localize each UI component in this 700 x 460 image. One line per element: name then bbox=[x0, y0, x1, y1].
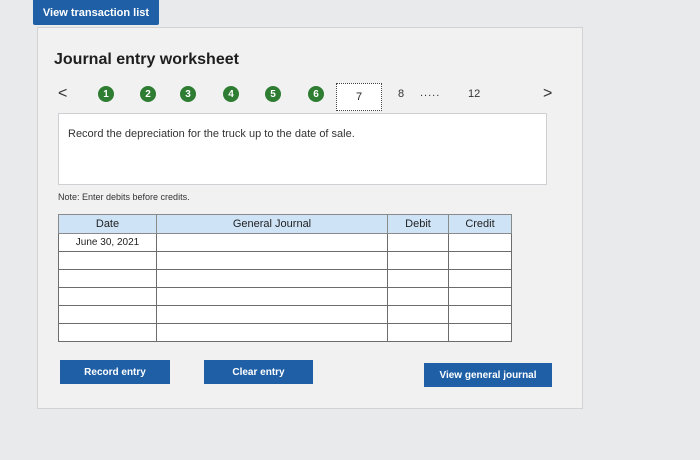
debit-header: Debit bbox=[387, 214, 449, 234]
account-input[interactable] bbox=[156, 269, 388, 288]
view-general-journal-button[interactable]: View general journal bbox=[424, 363, 552, 387]
table-row bbox=[58, 269, 512, 288]
credit-input[interactable] bbox=[448, 323, 512, 342]
clear-entry-button[interactable]: Clear entry bbox=[204, 360, 313, 384]
credit-input[interactable] bbox=[448, 251, 512, 270]
instruction-text: Record the depreciation for the truck up… bbox=[68, 128, 355, 140]
credit-input[interactable] bbox=[448, 287, 512, 306]
step-8-button[interactable]: 8 bbox=[398, 88, 404, 100]
debit-input[interactable] bbox=[387, 305, 449, 324]
record-entry-button[interactable]: Record entry bbox=[60, 360, 170, 384]
credit-input[interactable] bbox=[448, 233, 512, 252]
table-row: June 30, 2021 bbox=[58, 233, 512, 252]
account-input[interactable] bbox=[156, 233, 388, 252]
journal-table: Date General Journal Debit Credit June 3… bbox=[58, 214, 512, 342]
step-5-button[interactable]: 5 bbox=[265, 86, 281, 102]
account-input[interactable] bbox=[156, 305, 388, 324]
step-navigator: < 1 2 3 4 5 6 7 8 ..... 12 > bbox=[38, 83, 582, 111]
date-cell bbox=[58, 305, 157, 324]
step-7-current[interactable]: 7 bbox=[336, 83, 382, 111]
table-row bbox=[58, 305, 512, 324]
next-arrow-icon[interactable]: > bbox=[543, 85, 552, 103]
table-row bbox=[58, 323, 512, 342]
step-3-button[interactable]: 3 bbox=[180, 86, 196, 102]
step-1-button[interactable]: 1 bbox=[98, 86, 114, 102]
step-6-button[interactable]: 6 bbox=[308, 86, 324, 102]
credit-input[interactable] bbox=[448, 269, 512, 288]
debit-input[interactable] bbox=[387, 233, 449, 252]
table-row bbox=[58, 287, 512, 306]
date-cell: June 30, 2021 bbox=[58, 233, 157, 252]
date-header: Date bbox=[58, 214, 157, 234]
debit-input[interactable] bbox=[387, 269, 449, 288]
date-cell bbox=[58, 251, 157, 270]
instruction-box: Record the depreciation for the truck up… bbox=[58, 113, 547, 185]
account-input[interactable] bbox=[156, 287, 388, 306]
journal-entry-worksheet-panel: Journal entry worksheet < 1 2 3 4 5 6 7 … bbox=[37, 27, 583, 409]
step-2-button[interactable]: 2 bbox=[140, 86, 156, 102]
date-cell bbox=[58, 269, 157, 288]
step-ellipsis: ..... bbox=[420, 87, 441, 99]
worksheet-title: Journal entry worksheet bbox=[54, 51, 239, 68]
view-transaction-list-button[interactable]: View transaction list bbox=[33, 0, 159, 25]
general-journal-header: General Journal bbox=[156, 214, 388, 234]
account-input[interactable] bbox=[156, 323, 388, 342]
table-row bbox=[58, 251, 512, 270]
account-input[interactable] bbox=[156, 251, 388, 270]
step-4-button[interactable]: 4 bbox=[223, 86, 239, 102]
previous-arrow-icon[interactable]: < bbox=[58, 85, 67, 103]
date-cell bbox=[58, 323, 157, 342]
debit-input[interactable] bbox=[387, 323, 449, 342]
step-12-button[interactable]: 12 bbox=[468, 88, 480, 100]
credit-input[interactable] bbox=[448, 305, 512, 324]
date-cell bbox=[58, 287, 157, 306]
debit-input[interactable] bbox=[387, 251, 449, 270]
note-text: Note: Enter debits before credits. bbox=[58, 192, 190, 202]
debit-input[interactable] bbox=[387, 287, 449, 306]
credit-header: Credit bbox=[448, 214, 512, 234]
